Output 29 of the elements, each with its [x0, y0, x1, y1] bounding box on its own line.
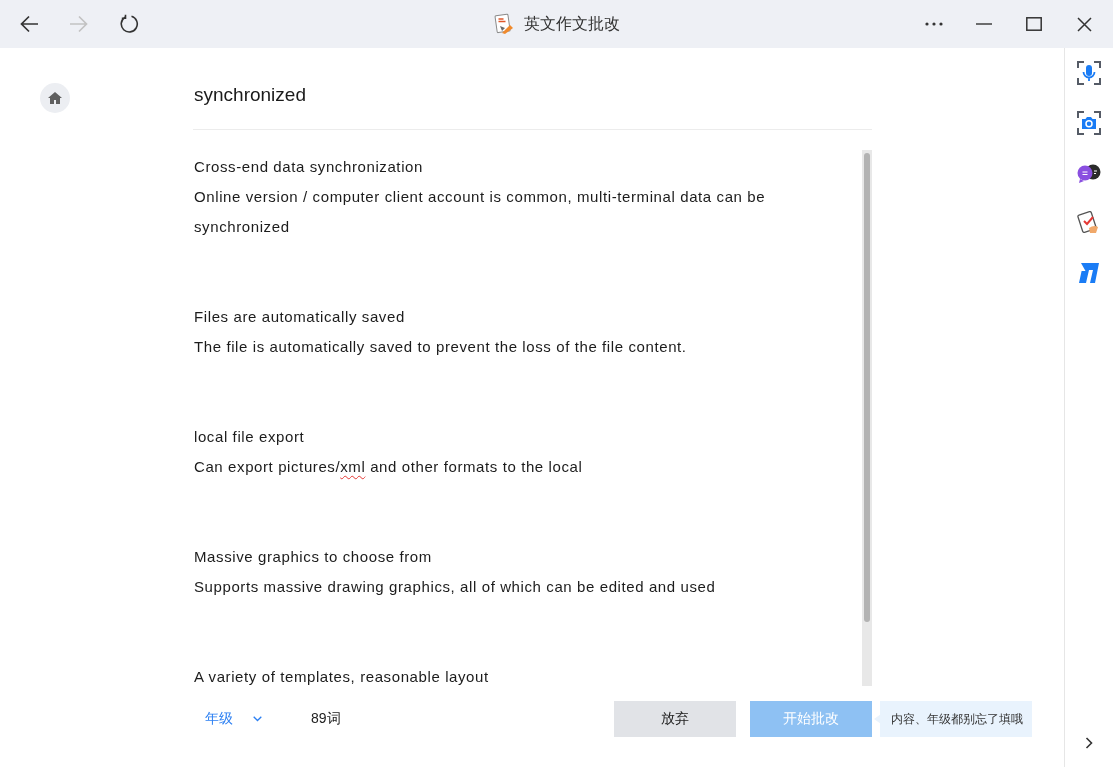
maximize-icon: [1026, 17, 1042, 31]
essay-heading: Cross-end data synchronization: [194, 157, 424, 177]
scan-microphone-icon[interactable]: [1077, 61, 1101, 85]
word-count: 89词: [311, 710, 341, 728]
checklist-card-icon[interactable]: [1077, 211, 1101, 235]
essay-heading: Massive graphics to choose from: [194, 547, 433, 567]
document-pen-icon: [493, 13, 514, 35]
essay-title: synchronized: [194, 83, 306, 106]
scan-camera-icon[interactable]: [1077, 111, 1101, 135]
hint-tooltip: 内容、年级都别忘了填哦: [874, 701, 1032, 737]
home-icon: [48, 92, 62, 104]
grade-select[interactable]: 年级: [205, 710, 262, 728]
minimize-icon: [976, 23, 992, 25]
essay-heading: local file export: [194, 427, 306, 447]
essay-paragraph: Online version / computer client account is common, multi-terminal data can be synchronized: [194, 187, 767, 237]
essay-paragraph: Supports massive drawing graphics, all of which can be edited and used: [194, 577, 717, 597]
chevron-right-icon[interactable]: [1084, 737, 1094, 749]
app-logo-icon[interactable]: [1077, 261, 1101, 285]
discard-button[interactable]: 放弃: [614, 701, 736, 737]
essay-heading: A variety of templates, reasonable layout: [194, 667, 490, 687]
essay-paragraph: The file is automatically saved to prevent the loss of the file content.: [194, 337, 688, 357]
essay-paragraph: Can export pictures/xml and other formats to the local: [194, 457, 584, 477]
scrollbar-thumb[interactable]: [864, 153, 870, 622]
close-icon: [1076, 16, 1092, 32]
more-icon: [925, 22, 943, 26]
essay-heading: Files are automatically saved: [194, 307, 406, 327]
home-button[interactable]: [40, 83, 70, 113]
window-title: 英文作文批改: [523, 13, 620, 34]
chevron-down-icon: [253, 716, 262, 722]
